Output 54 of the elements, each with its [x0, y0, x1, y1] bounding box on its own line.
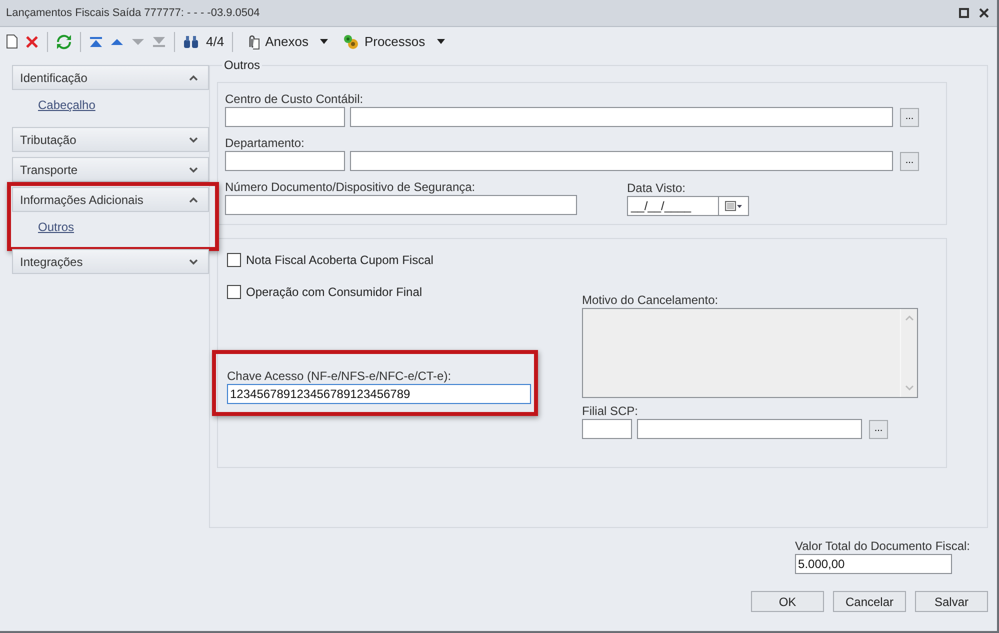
toolbar-menu-button[interactable]: Processos [339, 34, 450, 50]
calendar-icon [724, 201, 742, 211]
field-label: Chave Acesso (NF-e/NFS-e/NFC-e/CT-e): [227, 369, 452, 383]
delete-icon[interactable] [25, 34, 39, 48]
sidebar-group-header[interactable]: Identificação [12, 65, 209, 90]
code-input-field[interactable] [225, 107, 345, 127]
dialog-button[interactable]: Cancelar [833, 591, 906, 612]
binoculars-icon[interactable] [183, 34, 199, 48]
chevron-icon [189, 136, 198, 142]
window-title: Lançamentos Fiscais Saída 777777: - - - -03.9.0504 [6, 7, 261, 19]
refresh-icon[interactable] [56, 34, 72, 50]
sidebar-group-header[interactable]: Integrações [12, 249, 209, 274]
sidebar-group-header[interactable]: Transporte [12, 157, 209, 182]
field-label: Filial SCP: [582, 404, 640, 418]
total-input-field[interactable]: 5.000,00 [795, 554, 952, 574]
checkbox[interactable]: Operação com Consumidor Final [227, 285, 422, 299]
close-icon[interactable] [979, 8, 989, 18]
restore-icon[interactable] [959, 8, 969, 18]
field-label: Departamento: [225, 136, 306, 150]
description-input-field[interactable] [350, 151, 893, 171]
section-title: Outros [223, 58, 262, 72]
gears-icon [343, 34, 360, 50]
chevron-icon [189, 166, 198, 172]
sidebar-group-header[interactable]: Informações Adicionais [12, 187, 209, 212]
toolbar-menu-button[interactable]: Anexos [241, 34, 332, 50]
code-input-field[interactable] [225, 151, 345, 171]
dropdown-caret-icon [437, 39, 446, 44]
field-label: Centro de Custo Contábil: [225, 92, 364, 106]
new-document-icon[interactable] [6, 34, 18, 49]
description-input-field[interactable] [637, 419, 862, 439]
dialog-button[interactable]: Salvar [915, 591, 988, 612]
sidebar-link[interactable]: Cabeçalho [38, 98, 96, 112]
lookup-button[interactable]: ... [900, 152, 919, 170]
chevron-icon [189, 74, 198, 80]
sidebar-group-header[interactable]: Tributação [12, 127, 209, 152]
record-counter: 4/4 [206, 34, 224, 49]
field-label: Número Documento/Dispositivo de Segurança: [225, 180, 476, 194]
sidebar-link[interactable]: Outros [38, 220, 74, 234]
field-label: Valor Total do Documento Fiscal: [795, 539, 970, 553]
access-key-input-field[interactable]: 123456789123456789123456789 [227, 384, 531, 404]
checkbox[interactable]: Nota Fiscal Acoberta Cupom Fiscal [227, 253, 434, 267]
chevron-icon [189, 196, 198, 202]
lookup-button[interactable]: ... [869, 420, 888, 438]
field-label: Data Visto: [627, 181, 686, 195]
dropdown-caret-icon [320, 39, 328, 44]
input-field[interactable] [225, 195, 577, 215]
first-record-icon[interactable] [89, 36, 103, 48]
lookup-button[interactable]: ... [900, 108, 919, 126]
code-input-field[interactable] [582, 419, 632, 439]
chevron-icon [189, 258, 198, 264]
description-input-field[interactable] [350, 107, 893, 127]
dialog-button[interactable]: OK [751, 591, 824, 612]
field-label: Motivo do Cancelamento: [582, 293, 720, 307]
date-field[interactable]: __/__/____ [627, 196, 749, 216]
